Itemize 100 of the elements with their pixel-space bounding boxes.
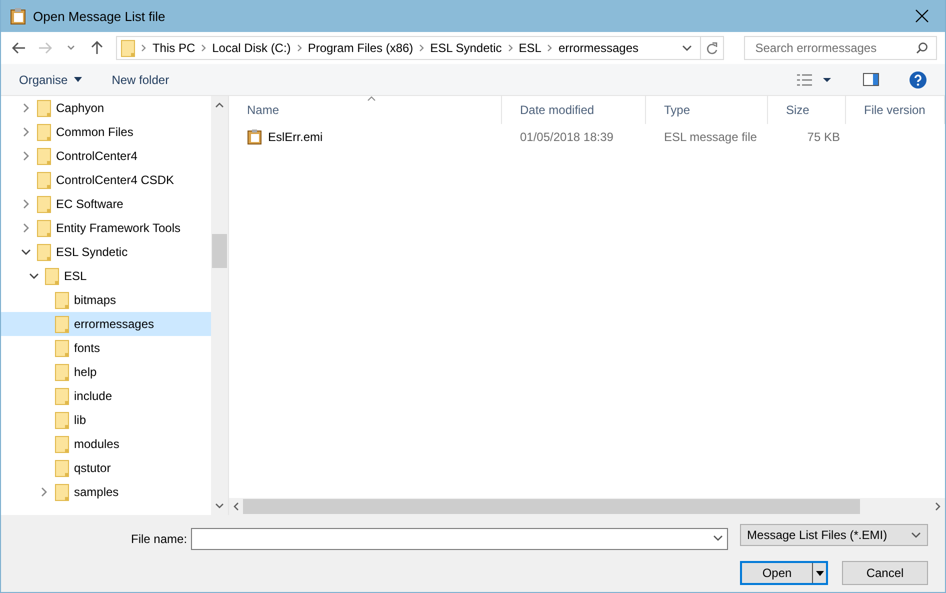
column-header[interactable]: Size — [768, 96, 846, 124]
folder-icon — [55, 436, 69, 452]
caret-icon — [816, 570, 824, 576]
breadcrumb-item[interactable]: ESL — [518, 41, 542, 55]
folder-icon — [55, 316, 69, 332]
chevron-down-icon[interactable] — [29, 272, 39, 280]
folder-icon — [37, 100, 51, 116]
scroll-left-icon[interactable] — [233, 502, 239, 511]
dropdown-icon[interactable] — [713, 535, 724, 542]
breadcrumb-item[interactable]: This PC — [152, 41, 196, 55]
tree-item[interactable]: bitmaps — [1, 288, 211, 312]
folder-icon — [55, 364, 69, 380]
chevron-down-icon — [911, 532, 922, 538]
folder-icon — [37, 244, 51, 260]
close-icon — [915, 9, 929, 23]
horizontal-scrollbar[interactable] — [229, 498, 945, 515]
tree-item[interactable]: lib — [1, 408, 211, 432]
chevron-right-icon[interactable] — [22, 103, 30, 113]
breadcrumb-item[interactable]: errormessages — [558, 41, 638, 55]
file-name-field[interactable] — [191, 528, 728, 550]
column-header[interactable]: Type — [646, 96, 768, 124]
caret-icon — [74, 77, 82, 82]
tree-item[interactable]: ESL — [1, 264, 211, 288]
scrollbar-thumb[interactable] — [212, 234, 227, 268]
file-row[interactable]: EslErr.emi 01/05/2018 18:39 ESL message file 75 KB — [229, 126, 945, 148]
tree-item-label: ESL — [64, 269, 87, 283]
folder-icon — [55, 292, 69, 308]
arrow-right-icon — [38, 42, 52, 54]
chevron-right-icon[interactable] — [40, 487, 48, 497]
chevron-right-icon — [141, 44, 146, 52]
tree-item[interactable]: fonts — [1, 336, 211, 360]
tree-item[interactable]: Entity Framework Tools — [1, 216, 211, 240]
scroll-down-icon[interactable] — [215, 503, 224, 509]
tree-item[interactable]: include — [1, 384, 211, 408]
folder-icon — [55, 412, 69, 428]
breadcrumb-item[interactable]: Local Disk (C:) — [212, 41, 291, 55]
scroll-right-icon[interactable] — [935, 502, 941, 511]
tree-item[interactable]: Common Files — [1, 120, 211, 144]
preview-pane-icon[interactable] — [863, 73, 879, 86]
new-folder-button[interactable]: New folder — [112, 72, 170, 86]
tree-item-label: Common Files — [56, 125, 134, 139]
file-type-dropdown[interactable]: Message List Files (*.EMI) — [740, 524, 928, 546]
tree-item-label: fonts — [74, 341, 100, 355]
date-text: 01/05/2018 18:39 — [520, 130, 614, 144]
breadcrumb-item[interactable]: ESL Syndetic — [430, 41, 502, 55]
file-name: EslErr.emi — [268, 130, 323, 144]
dropdown-icon[interactable] — [682, 44, 692, 52]
view-options-icon[interactable] — [797, 74, 833, 86]
chevron-right-icon — [419, 44, 424, 52]
tree-item[interactable]: ControlCenter4 CSDK — [1, 168, 211, 192]
scroll-up-icon[interactable] — [215, 102, 224, 108]
tree-item-label: qstutor — [74, 461, 111, 475]
folder-icon — [45, 268, 59, 284]
organise-button[interactable]: Organise — [19, 72, 82, 86]
tree-item[interactable]: ESL Syndetic — [1, 240, 211, 264]
arrow-up-icon — [90, 41, 102, 55]
tree-item-label: Entity Framework Tools — [56, 221, 180, 235]
breadcrumb-item[interactable]: Program Files (x86) — [308, 41, 414, 55]
folder-icon — [37, 148, 51, 164]
chevron-right-icon — [547, 44, 552, 52]
open-button[interactable]: Open — [740, 561, 828, 585]
tree-item-label: ESL Syndetic — [56, 245, 128, 259]
folder-icon — [37, 124, 51, 140]
tree-item[interactable]: ControlCenter4 — [1, 144, 211, 168]
tree-item[interactable]: samples — [1, 480, 211, 504]
chevron-right-icon[interactable] — [22, 127, 30, 137]
folder-icon — [55, 388, 69, 404]
column-header[interactable]: File version — [846, 96, 945, 124]
scrollbar-thumb[interactable] — [243, 499, 860, 514]
tree-item-label: samples — [74, 485, 119, 499]
tree-item-label: help — [74, 365, 97, 379]
type-text: ESL message file — [664, 130, 757, 144]
search-icon — [916, 42, 928, 54]
folder-icon — [121, 40, 136, 56]
refresh-icon[interactable] — [706, 42, 718, 54]
chevron-down-icon[interactable] — [21, 248, 31, 256]
column-header[interactable]: Date modified — [502, 96, 646, 124]
tree-item-label: lib — [74, 413, 86, 427]
tree-item[interactable]: errormessages — [1, 312, 211, 336]
tree-item[interactable]: help — [1, 360, 211, 384]
tree-item[interactable]: Caphyon — [1, 96, 211, 120]
column-header[interactable]: Name — [229, 96, 502, 124]
tree-item[interactable]: qstutor — [1, 456, 211, 480]
tree-item[interactable]: EC Software — [1, 192, 211, 216]
vertical-scrollbar[interactable] — [211, 96, 228, 515]
folder-icon — [55, 340, 69, 356]
search-box[interactable]: Search errormessages — [744, 36, 937, 60]
tree-item-label: bitmaps — [74, 293, 116, 307]
chevron-right-icon[interactable] — [22, 223, 30, 233]
chevron-right-icon[interactable] — [22, 199, 30, 209]
tree-item-label: errormessages — [74, 317, 154, 331]
tree-item-label: modules — [74, 437, 120, 451]
chevron-right-icon — [201, 44, 206, 52]
chevron-right-icon[interactable] — [22, 151, 30, 161]
address-bar[interactable]: This PC Local Disk (C:) Program Files (x86) ESL Syndetic ESL errormessages — [116, 36, 724, 60]
chevron-down-icon — [66, 45, 75, 51]
cancel-button[interactable]: Cancel — [842, 561, 928, 585]
help-icon[interactable] — [909, 70, 927, 88]
tree-item[interactable]: modules — [1, 432, 211, 456]
window-title: Open Message List file — [33, 8, 166, 24]
